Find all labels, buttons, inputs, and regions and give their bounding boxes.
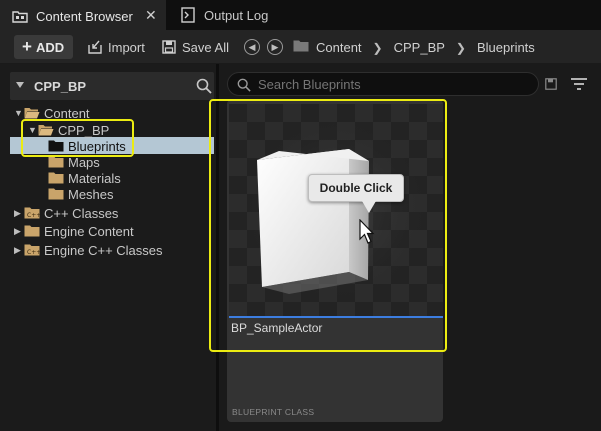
asset-view: Double Click BP_SampleActor BLUEPRINT CL… [219,64,601,431]
mouse-cursor-icon [359,219,375,244]
tree-item-label: Blueprints [68,138,126,154]
folder-icon [48,156,64,168]
folder-icon [48,188,64,200]
folder-icon [48,172,64,184]
breadcrumb: Content ❯ CPP_BP ❯ Blueprints [316,40,535,55]
tab-bar: Content Browser ✕ Output Log [0,0,601,30]
tree-item-engine-content[interactable]: ▶ Engine Content [14,222,134,240]
tab-content-browser[interactable]: Content Browser [0,0,166,30]
search-icon [237,78,251,92]
close-icon[interactable]: ✕ [145,7,157,24]
tab-content-browser-label: Content Browser [36,8,133,24]
tooltip-tail [362,201,376,213]
asset-name: BP_SampleActor [231,321,323,335]
output-log-icon [180,7,196,23]
breadcrumb-item-cpp-bp[interactable]: CPP_BP [394,40,445,55]
tree-item-label: Content [44,105,90,121]
save-icon [162,40,176,54]
cpp-folder-icon: C++ [24,244,40,256]
cpp-folder-icon: C++ [24,207,40,219]
add-button[interactable]: + ADD [14,35,73,59]
svg-text:C++: C++ [27,249,40,256]
tree-item-content[interactable]: ▼ Content [14,104,90,122]
tab-output-log-label: Output Log [204,7,269,23]
double-click-tooltip: Double Click [308,174,404,202]
import-button[interactable]: Import [88,35,145,59]
tree-item-label: Engine Content [44,223,134,239]
tree-item-label: C++ Classes [44,205,119,221]
import-icon [88,40,102,54]
save-all-button[interactable]: Save All [162,35,229,59]
forward-arrow-icon[interactable]: ▶ [267,39,283,55]
folder-open-icon [24,108,40,119]
folder-icon [48,140,64,152]
chevron-right-icon[interactable]: ❯ [456,41,466,55]
folder-open-icon [38,125,54,136]
breadcrumb-item-content[interactable]: Content [316,40,362,55]
tree-item-engine-cpp-classes[interactable]: ▶ C++ Engine C++ Classes [14,241,163,259]
content-browser-icon [12,8,28,24]
tab-output-log[interactable]: Output Log [170,0,290,30]
save-all-button-label: Save All [182,39,229,55]
back-arrow-icon[interactable]: ◀ [244,39,260,55]
tree-item-label: Meshes [68,186,114,202]
chevron-down-icon[interactable]: ▼ [28,125,38,135]
sources-header[interactable]: CPP_BP [10,72,214,100]
plus-icon: + [22,37,32,56]
tree-item-label: Maps [68,154,100,170]
tooltip-text: Double Click [319,181,393,195]
tree-item-label: CPP_BP [58,122,110,138]
tree-item-cpp-classes[interactable]: ▶ C++ C++ Classes [14,204,118,222]
add-button-label: ADD [35,39,65,55]
search-bar[interactable] [227,72,539,96]
asset-class-label: BLUEPRINT CLASS [232,407,315,417]
save-search-icon[interactable] [545,78,557,90]
search-input[interactable] [258,76,528,92]
chevron-right-icon[interactable]: ❯ [373,41,383,55]
folder-icon [24,225,40,237]
tree-item-label: Engine C++ Classes [44,242,163,258]
chevron-right-icon[interactable]: ▶ [14,208,24,219]
toolbar: + ADD Import Save All ◀ ▶ Content ❯ CPP_… [0,30,601,64]
filter-icon[interactable] [571,77,587,91]
tree-item-meshes[interactable]: Meshes [48,185,114,203]
chevron-down-icon[interactable] [16,82,24,88]
svg-text:C++: C++ [27,212,40,219]
chevron-right-icon[interactable]: ▶ [14,245,24,256]
asset-thumbnail[interactable]: Double Click [229,104,443,316]
chevron-right-icon[interactable]: ▶ [14,226,24,237]
breadcrumb-item-blueprints[interactable]: Blueprints [477,40,535,55]
import-button-label: Import [108,39,145,55]
tree-item-label: Materials [68,170,121,186]
folder-icon [293,40,309,52]
search-icon[interactable] [196,78,212,94]
sources-title: CPP_BP [34,79,87,94]
cube-preview-icon [229,104,443,316]
chevron-down-icon[interactable]: ▼ [14,108,24,118]
